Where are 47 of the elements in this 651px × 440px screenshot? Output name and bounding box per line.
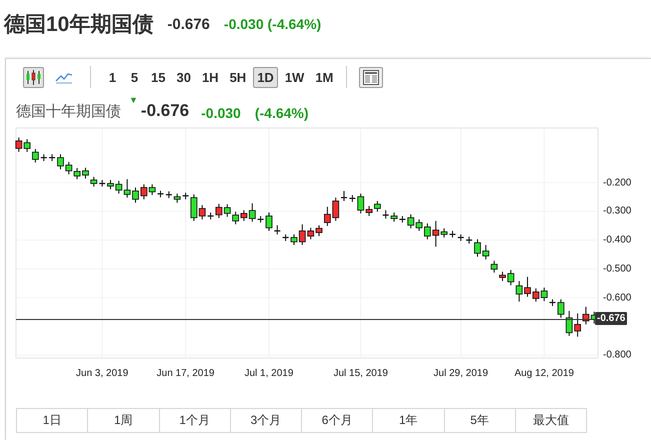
interval-button[interactable]: 1M xyxy=(311,66,338,88)
candlestick xyxy=(374,200,381,212)
interval-button[interactable]: 5H xyxy=(226,66,250,88)
current-price-tag: -0.676 xyxy=(595,312,628,326)
candlestick xyxy=(266,212,272,232)
axis-label: Jul 15, 2019 xyxy=(333,368,388,379)
candlestick xyxy=(390,212,398,222)
axis-label: Jul 29, 2019 xyxy=(434,368,488,379)
axis-label: Jun 3, 2019 xyxy=(76,368,128,379)
candlestick xyxy=(490,260,498,274)
chart-price: -0.676 xyxy=(140,101,190,121)
chart-name: 德国十年期国债 xyxy=(16,102,121,121)
price-value: -0.676 xyxy=(167,16,210,32)
axis-label: -0.500 xyxy=(603,263,632,274)
interval-button[interactable]: 15 xyxy=(147,66,170,88)
interval-button[interactable]: 5 xyxy=(125,66,144,88)
axis-label: -0.400 xyxy=(603,234,632,246)
range-button[interactable]: 6个月 xyxy=(302,408,374,433)
axis-label: -0.200 xyxy=(603,177,632,188)
axis-label: Jun 17, 2019 xyxy=(156,368,214,379)
trend-arrow: ▼ xyxy=(129,95,138,105)
candlestick xyxy=(558,298,564,318)
range-button[interactable]: 1日 xyxy=(16,408,88,433)
axis-label: -0.600 xyxy=(603,292,632,304)
range-button[interactable]: 1个月 xyxy=(160,408,231,433)
interval-button[interactable]: 1W xyxy=(280,66,308,88)
range-button[interactable]: 3个月 xyxy=(230,408,302,433)
candlestick-chart-button[interactable] xyxy=(23,66,44,88)
interval-button[interactable]: 1D xyxy=(253,66,278,88)
interval-button[interactable]: 1H xyxy=(198,66,223,88)
axis-label: -0.800 xyxy=(603,350,632,361)
layout-button[interactable] xyxy=(359,66,384,88)
axis-label: Jul 1, 2019 xyxy=(244,368,294,379)
candlestick xyxy=(90,176,98,188)
page-title: 德国10年期国债 xyxy=(4,12,154,38)
axis-label: Aug 12, 2019 xyxy=(514,368,574,379)
range-button[interactable]: 1年 xyxy=(373,408,444,433)
price-change: -0.030 (-4.64%) xyxy=(224,16,322,32)
range-button[interactable]: 5年 xyxy=(444,408,516,433)
candlestick xyxy=(32,148,39,163)
range-button[interactable]: 1周 xyxy=(88,408,160,433)
interval-button[interactable]: 30 xyxy=(172,66,195,88)
range-button[interactable]: 最大值 xyxy=(516,408,587,433)
chart-change-percent: (-4.64%) xyxy=(254,105,309,121)
chart-change: -0.030 xyxy=(201,105,241,121)
axis-label: -0.300 xyxy=(603,206,632,217)
interval-button[interactable]: 1 xyxy=(103,66,122,88)
